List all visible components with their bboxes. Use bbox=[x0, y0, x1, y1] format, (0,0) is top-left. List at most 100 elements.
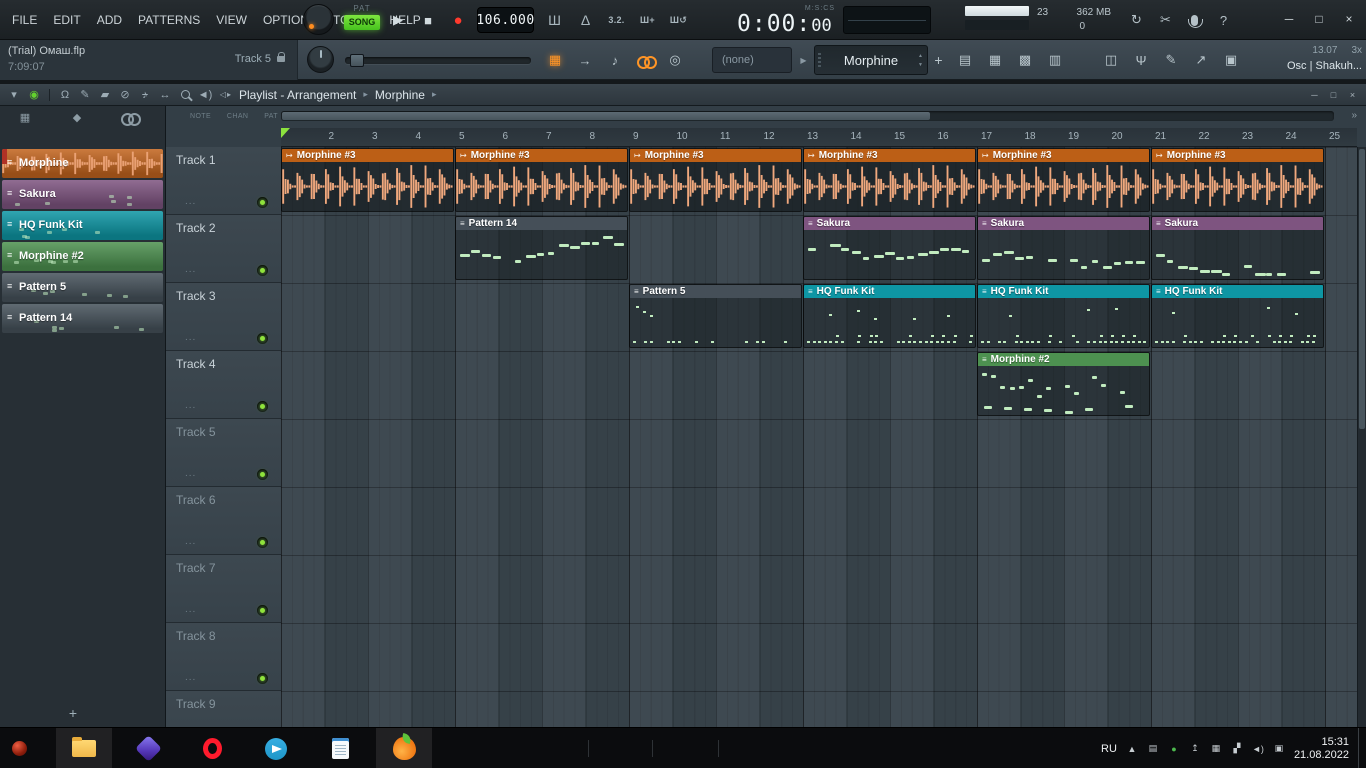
track-header-8[interactable]: Track 8... bbox=[166, 623, 281, 691]
maximize-button[interactable]: □ bbox=[1304, 0, 1334, 38]
language-indicator[interactable]: RU bbox=[1101, 743, 1117, 755]
clip-sakura-bar21[interactable]: ≡ Sakura bbox=[1151, 216, 1324, 280]
pat-song-switch[interactable]: PAT SONG bbox=[344, 4, 380, 30]
tuner-button[interactable]: Ψ bbox=[1126, 45, 1156, 75]
playlist-close-button[interactable]: × bbox=[1343, 87, 1362, 103]
track-header-5[interactable]: Track 5... bbox=[166, 419, 281, 487]
time-display[interactable]: M:S:CS 0:00:00 bbox=[735, 2, 835, 38]
menu-file[interactable]: FILE bbox=[4, 13, 45, 27]
menu-add[interactable]: ADD bbox=[89, 13, 130, 27]
clip-morphine-3-bar5[interactable]: ↦ Morphine #3 bbox=[455, 148, 628, 212]
chain-link-icon[interactable] bbox=[630, 45, 660, 75]
export-button[interactable]: ↗ bbox=[1186, 45, 1216, 75]
playhead-marker[interactable] bbox=[281, 128, 290, 138]
magnet-icon[interactable]: Ω bbox=[55, 86, 75, 104]
minimize-button[interactable]: ─ bbox=[1274, 0, 1304, 38]
main-volume-knob[interactable] bbox=[307, 46, 334, 73]
play-button[interactable]: ▶ bbox=[383, 4, 413, 36]
track-header-7[interactable]: Track 7... bbox=[166, 555, 281, 623]
vertical-scrollbar-thumb[interactable] bbox=[1359, 149, 1365, 429]
taskbar-notepad[interactable] bbox=[312, 728, 368, 768]
clip-morphine-3-bar1[interactable]: ↦ Morphine #3 bbox=[281, 148, 454, 212]
clip-sakura-bar13[interactable]: ≡ Sakura bbox=[803, 216, 976, 280]
wait-input-icon[interactable]: Ш+ bbox=[632, 4, 663, 36]
playlist-arrangement-name[interactable]: Morphine bbox=[375, 88, 425, 102]
track-mute-led[interactable] bbox=[257, 537, 268, 548]
taskbar-explorer[interactable] bbox=[56, 728, 112, 768]
shop-button[interactable]: ▣ bbox=[1216, 45, 1246, 75]
track-options[interactable]: ... bbox=[185, 332, 196, 343]
plugin-picker-button[interactable]: ◫ bbox=[1096, 45, 1126, 75]
pattern-spinner[interactable]: ▲ ▼ bbox=[918, 52, 923, 70]
pattern-item-sakura[interactable]: ≡ Sakura bbox=[2, 180, 163, 209]
pattern-item-morphine[interactable]: ≡ Morphine bbox=[2, 149, 163, 178]
tray-touch-keyboard-icon[interactable]: ▣ bbox=[1273, 743, 1285, 754]
clip-sakura-bar17[interactable]: ≡ Sakura bbox=[977, 216, 1150, 280]
add-pattern-button[interactable]: + bbox=[930, 45, 947, 75]
arrow-icon[interactable]: → bbox=[570, 45, 600, 75]
track-options[interactable]: ... bbox=[185, 400, 196, 411]
playlist-title[interactable]: Playlist - Arrangement bbox=[239, 88, 356, 102]
clip-morphine-3-bar21[interactable]: ↦ Morphine #3 bbox=[1151, 148, 1324, 212]
pattern-selector[interactable]: Morphine ▲ ▼ bbox=[814, 45, 928, 75]
mixer-button[interactable]: ▥ bbox=[1040, 45, 1070, 75]
track-mute-led[interactable] bbox=[257, 401, 268, 412]
pattern-item-pattern-5[interactable]: ≡ Pattern 5 bbox=[2, 273, 163, 302]
taskbar-clock[interactable]: 15:31 21.08.2022 bbox=[1294, 736, 1349, 762]
timeline-ruler[interactable]: 2 3 4 5 6 7 8 9 10 11 12 13 14 15 16 17 18 19 20 21 22 23 24 25 bbox=[281, 128, 1357, 147]
track-options[interactable]: ... bbox=[185, 604, 196, 615]
menu-edit[interactable]: EDIT bbox=[45, 13, 88, 27]
playlist-button[interactable]: ▤ bbox=[950, 45, 980, 75]
slider-handle[interactable] bbox=[350, 54, 364, 67]
song-mode-label[interactable]: SONG bbox=[344, 15, 380, 30]
menu-patterns[interactable]: PATTERNS bbox=[130, 13, 208, 27]
clip-pattern-5-bar9[interactable]: ≡ Pattern 5 bbox=[629, 284, 802, 348]
show-desktop-button[interactable] bbox=[1358, 728, 1363, 768]
clip-hq-funk-kit-bar17[interactable]: ≡ HQ Funk Kit bbox=[977, 284, 1150, 348]
piano-roll-button[interactable]: ▦ bbox=[980, 45, 1010, 75]
pat-mode-label[interactable]: PAT bbox=[344, 4, 380, 13]
track-options[interactable]: ... bbox=[185, 672, 196, 683]
metronome-icon[interactable]: Δ bbox=[570, 4, 601, 36]
channel-rack-button[interactable]: ▩ bbox=[1010, 45, 1040, 75]
pattern-item-pattern-14[interactable]: ≡ Pattern 14 bbox=[2, 304, 163, 333]
record-button[interactable]: ● bbox=[443, 4, 473, 36]
playlist-nav-icon[interactable]: ◁▸ bbox=[215, 86, 237, 104]
countdown-icon[interactable]: 3.2. bbox=[601, 4, 632, 36]
track-options[interactable]: ... bbox=[185, 468, 196, 479]
clip-pattern-14-bar5[interactable]: ≡ Pattern 14 bbox=[455, 216, 628, 280]
oscilloscope[interactable] bbox=[843, 6, 931, 34]
track-mute-led[interactable] bbox=[257, 197, 268, 208]
clip-hq-funk-kit-bar21[interactable]: ≡ HQ Funk Kit bbox=[1151, 284, 1324, 348]
track-header-9[interactable]: Track 9... bbox=[166, 691, 281, 727]
playlist-grid[interactable]: ↦ Morphine #3 ↦ Morphine #3 ↦ Morphine #3 ↦ Mor… bbox=[281, 147, 1357, 727]
loop-selector-arrow[interactable]: ▶ bbox=[795, 47, 812, 73]
tempo-display[interactable]: 106.000 bbox=[476, 7, 534, 33]
paint-tool[interactable]: ▰ bbox=[95, 86, 115, 104]
clip-morphine-3-bar13[interactable]: ↦ Morphine #3 bbox=[803, 148, 976, 212]
kick-icon[interactable]: ◎ bbox=[660, 45, 690, 75]
edit-button[interactable]: ✎ bbox=[1156, 45, 1186, 75]
loop-selector[interactable]: (none) bbox=[712, 47, 792, 73]
track-header-2[interactable]: Track 2... bbox=[166, 215, 281, 283]
horizontal-scrollbar[interactable] bbox=[281, 111, 1334, 121]
track-header-1[interactable]: Track 1... bbox=[166, 147, 281, 215]
track-header-6[interactable]: Track 6... bbox=[166, 487, 281, 555]
tray-sync-icon[interactable]: ▦ bbox=[1210, 743, 1222, 754]
help-icon[interactable]: ? bbox=[1209, 4, 1238, 36]
taskbar-telegram[interactable] bbox=[248, 728, 304, 768]
tray-display-icon[interactable]: ▤ bbox=[1147, 743, 1159, 754]
scroll-right-icon[interactable]: » bbox=[1351, 110, 1357, 121]
tray-upload-icon[interactable]: ↥ bbox=[1189, 743, 1201, 754]
taskbar-flstudio[interactable] bbox=[376, 728, 432, 768]
taskbar-opera[interactable] bbox=[184, 728, 240, 768]
tray-status-icon[interactable]: ● bbox=[1168, 744, 1180, 754]
cut-icon[interactable]: ✂ bbox=[1151, 4, 1180, 36]
pattern-item-hq-funk-kit[interactable]: ≡ HQ Funk Kit bbox=[2, 211, 163, 240]
playback-tool[interactable]: ◄) bbox=[195, 86, 215, 104]
pencil-tool[interactable]: ✎ bbox=[75, 86, 95, 104]
tray-network-icon[interactable]: ▞ bbox=[1231, 743, 1243, 754]
zoom-tool[interactable] bbox=[175, 86, 195, 104]
track-mute-led[interactable] bbox=[257, 265, 268, 276]
menu-view[interactable]: VIEW bbox=[208, 13, 255, 27]
